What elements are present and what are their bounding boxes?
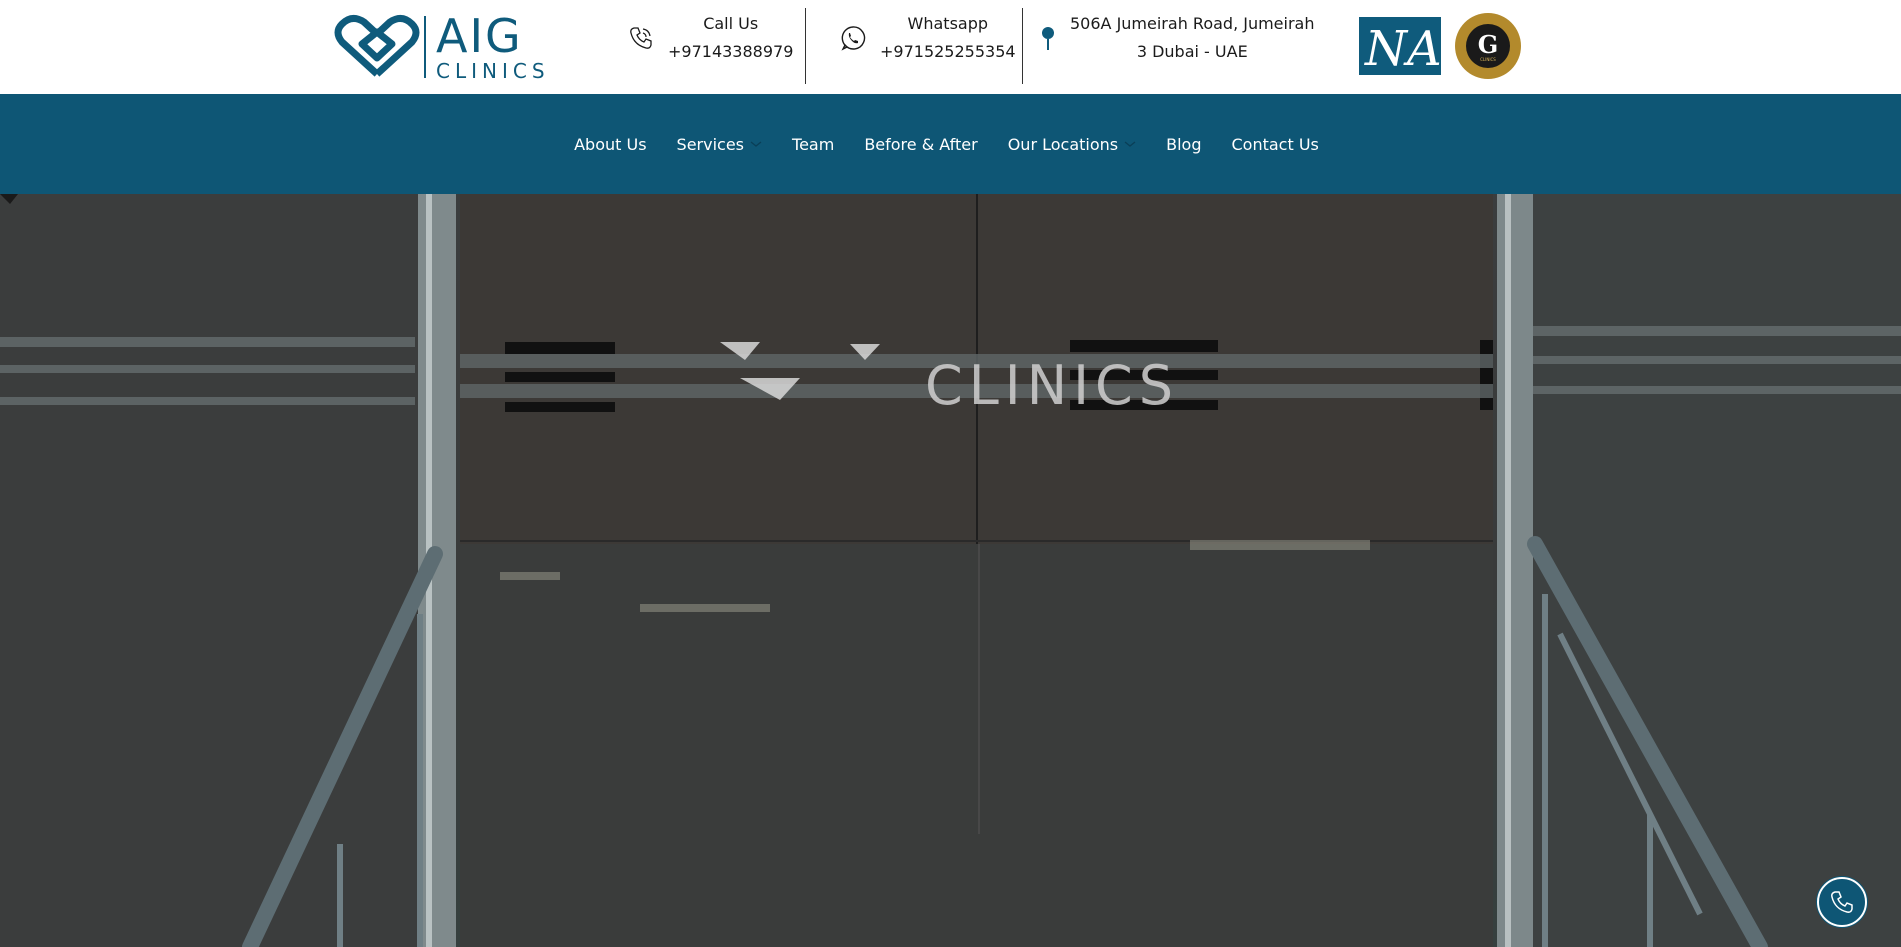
nav-item-label: Blog [1166, 134, 1202, 154]
chevron-down-icon [1124, 141, 1136, 147]
nav-list: About Us Services Team Before & After Ou… [559, 135, 1334, 154]
logo-wordmark: AIG CLINICS [436, 13, 550, 81]
phone-icon [1831, 891, 1853, 913]
call-us-label: Call Us [703, 14, 759, 33]
location-pin-icon [1042, 27, 1054, 50]
logo-divider [424, 16, 426, 78]
main-navigation: About Us Services Team Before & After Ou… [0, 94, 1901, 194]
whatsapp-label: Whatsapp [907, 14, 989, 33]
na-logo-mark: NA [1364, 21, 1442, 77]
chevron-down-icon [750, 141, 762, 147]
logo-clinics-text: CLINICS [436, 59, 550, 83]
aig-clinics-logo[interactable]: AIG CLINICS [334, 13, 570, 81]
header-divider [1022, 8, 1023, 84]
na-logo-text: NA [1364, 21, 1441, 75]
logo-aig-text: AIG [436, 9, 523, 63]
nav-item-contact-us[interactable]: Contact Us [1216, 135, 1333, 154]
g-logo-sub: CLINICS [1480, 57, 1496, 62]
na-logo[interactable]: NA [1359, 17, 1442, 77]
nav-item-label: Before & After [864, 134, 978, 154]
nav-item-services[interactable]: Services [662, 135, 777, 154]
header-divider [805, 8, 806, 84]
whatsapp-block[interactable]: Whatsapp +971525255354 [840, 14, 1016, 61]
nav-item-about-us[interactable]: About Us [559, 135, 661, 154]
glass-sign-text: CLINICS [925, 354, 1179, 417]
nav-item-label: Services [676, 134, 745, 154]
nav-item-team[interactable]: Team [777, 135, 849, 154]
heart-logo-icon [334, 15, 420, 77]
g-clinics-logo[interactable]: G CLINICS [1455, 13, 1521, 79]
top-header: AIG CLINICS Call Us +97143388979 Whatsap… [0, 0, 1901, 94]
nav-item-label: About Us [574, 134, 647, 154]
address-block[interactable]: 506A Jumeirah Road, Jumeirah 3 Dubai - U… [1040, 14, 1315, 61]
nav-item-blog[interactable]: Blog [1151, 135, 1216, 154]
whatsapp-icon [841, 26, 866, 51]
call-us-block[interactable]: Call Us +97143388979 [628, 14, 793, 61]
whatsapp-number[interactable]: +971525255354 [880, 38, 1016, 66]
g-clinics-logo-mark: G CLINICS [1466, 24, 1510, 68]
call-us-number[interactable]: +97143388979 [668, 38, 793, 66]
g-logo-letter: G [1478, 30, 1499, 59]
nav-item-label: Our Locations [1007, 134, 1119, 154]
floating-call-button[interactable] [1817, 877, 1867, 927]
nav-item-label: Contact Us [1231, 134, 1319, 154]
clinic-entrance-illustration: CLINICS [0, 194, 1901, 947]
nav-item-our-locations[interactable]: Our Locations [993, 135, 1151, 154]
hero-background: CLINICS [0, 194, 1901, 947]
address-text: 506A Jumeirah Road, Jumeirah 3 Dubai - U… [1070, 10, 1315, 66]
whatsapp-text: Whatsapp +971525255354 [880, 10, 1016, 66]
nav-item-label: Team [792, 134, 835, 154]
address-line-1: 506A Jumeirah Road, Jumeirah [1070, 14, 1315, 33]
address-line-2: 3 Dubai - UAE [1136, 42, 1248, 61]
phone-icon [630, 27, 652, 49]
nav-item-before-after[interactable]: Before & After [849, 135, 992, 154]
call-us-text: Call Us +97143388979 [668, 10, 793, 66]
